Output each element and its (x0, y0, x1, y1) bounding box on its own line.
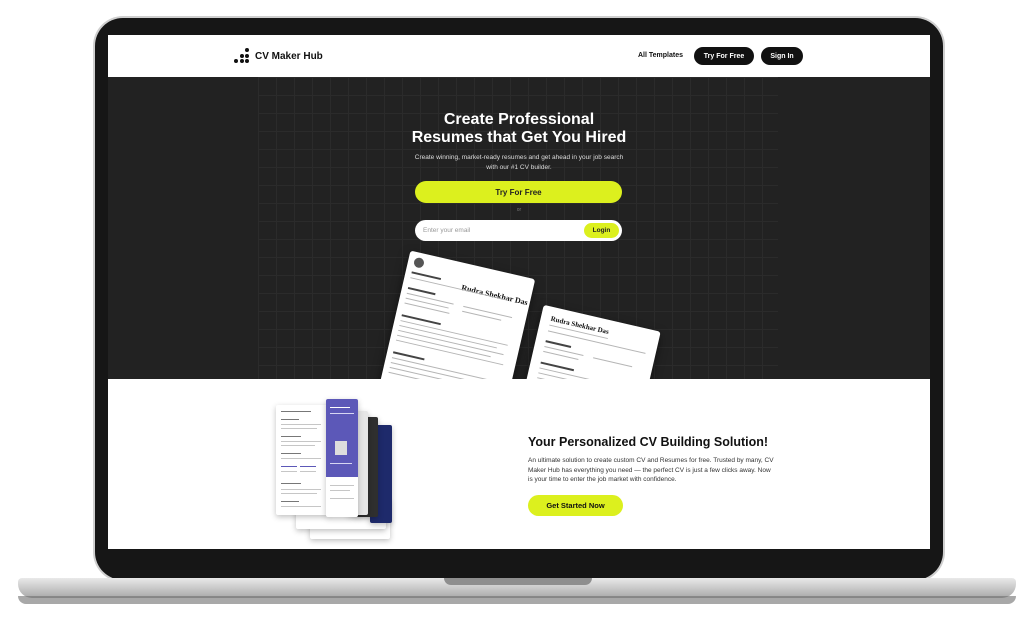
features-description: An ultimate solution to create custom CV… (528, 457, 774, 483)
template-card-white (276, 405, 328, 515)
all-templates-link[interactable]: All Templates (638, 52, 683, 59)
nav-try-free-button[interactable]: Try For Free (694, 47, 754, 65)
logo[interactable]: CV Maker Hub (234, 48, 323, 64)
laptop-notch (444, 578, 592, 585)
hero-subtitle: Create winning, market-ready resumes and… (414, 154, 624, 171)
get-started-button[interactable]: Get Started Now (528, 495, 623, 516)
sign-in-button[interactable]: Sign In (761, 47, 803, 65)
screen: CV Maker Hub All Templates Try For Free … (108, 35, 930, 549)
login-button[interactable]: Login (584, 223, 619, 238)
features-section: Your Personalized CV Building Solution! … (108, 379, 930, 549)
laptop-chin (108, 549, 930, 575)
template-card-purple (326, 399, 358, 517)
logo-dots-icon (234, 48, 250, 64)
logo-text: CV Maker Hub (255, 50, 323, 62)
hero-section: Create Professional Resumes that Get You… (108, 77, 930, 379)
laptop-base-shadow (18, 596, 1016, 604)
top-nav: CV Maker Hub All Templates Try For Free … (108, 35, 930, 77)
resume-avatar (412, 256, 425, 269)
resume-name: Rudra Shekhar Das (460, 283, 529, 308)
email-input[interactable] (423, 223, 573, 238)
email-form: Login (415, 220, 622, 241)
hero-try-free-button[interactable]: Try For Free (415, 181, 622, 203)
hero-title-line-2: Resumes that Get You Hired (411, 129, 627, 146)
features-title: Your Personalized CV Building Solution! (528, 435, 769, 449)
hero-title-line-1: Create Professional (443, 111, 595, 128)
or-separator: or (516, 207, 522, 213)
hero-title: Create Professional Resumes that Get You… (108, 111, 930, 147)
